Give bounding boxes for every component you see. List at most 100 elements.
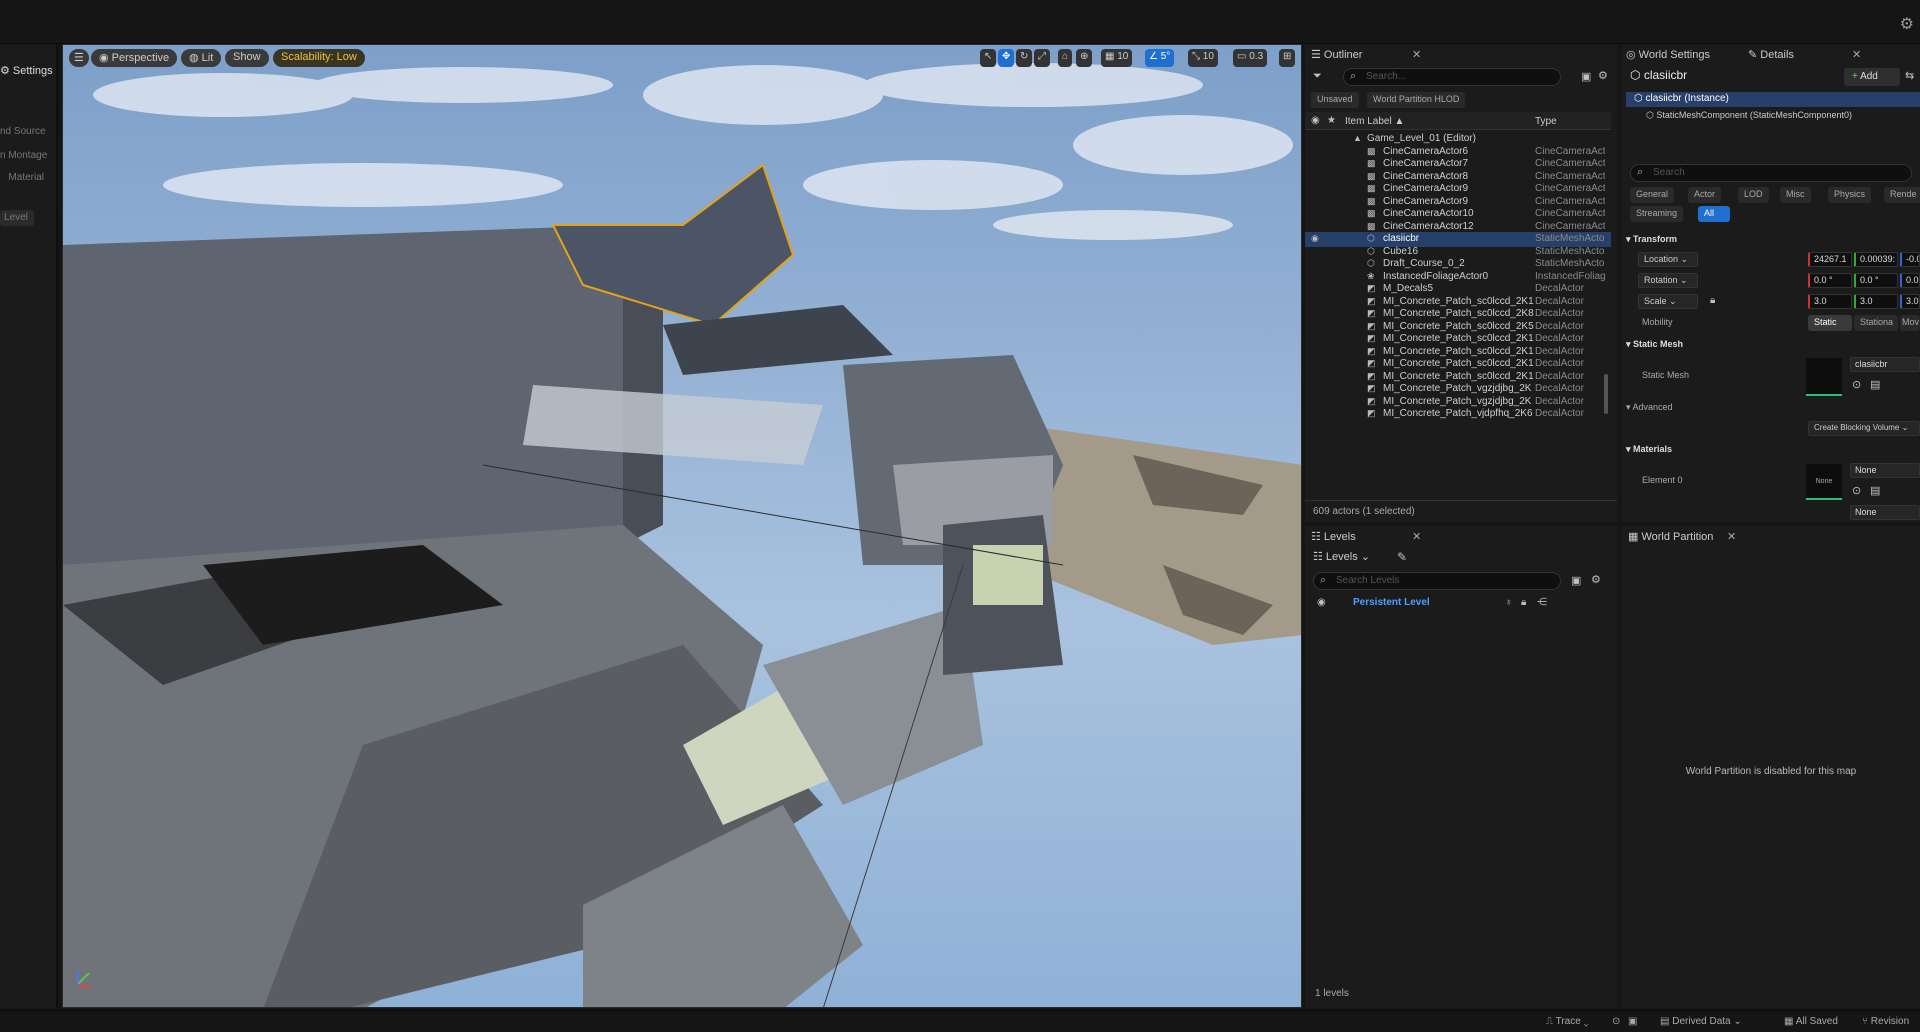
- close-icon[interactable]: ✕: [1852, 48, 1861, 61]
- scalability-button[interactable]: Scalability: Low: [273, 49, 365, 67]
- all-saved-button[interactable]: ▦ All Saved: [1784, 1016, 1838, 1027]
- materials-section[interactable]: ▾ Materials: [1626, 444, 1672, 455]
- tab-world-partition[interactable]: ▦ World Partition: [1628, 526, 1713, 546]
- lock-icon[interactable]: 🔒︎: [1521, 597, 1526, 608]
- level-row[interactable]: ◉ Persistent Level ♁ 🔒︎ ⋲: [1305, 594, 1611, 612]
- rotation-y-field[interactable]: 0.0 °: [1854, 273, 1898, 288]
- grid-snap-button[interactable]: ▦ 10: [1101, 49, 1133, 67]
- hierarchy-icon[interactable]: ⋲: [1537, 597, 1547, 608]
- filter-rendering[interactable]: Rende: [1884, 187, 1920, 203]
- outliner-search-input[interactable]: ⌕ Search...: [1343, 68, 1561, 86]
- show-button[interactable]: Show: [225, 49, 269, 67]
- revision-control-button[interactable]: ⑂ Revision: [1862, 1016, 1909, 1027]
- close-icon[interactable]: ✕: [1412, 530, 1421, 543]
- filter-hlod[interactable]: World Partition HLOD: [1367, 92, 1466, 108]
- location-y-field[interactable]: 0.00039:: [1854, 252, 1898, 267]
- scale-z-field[interactable]: 3.0: [1900, 294, 1920, 309]
- mesh-thumbnail[interactable]: [1806, 358, 1842, 396]
- material-thumbnail[interactable]: None: [1806, 464, 1842, 500]
- gear-icon[interactable]: ⚙: [1591, 573, 1601, 586]
- location-x-field[interactable]: 24267.1: [1808, 252, 1852, 267]
- add-component-button[interactable]: + Add: [1844, 68, 1900, 86]
- eye-icon[interactable]: ◉: [1311, 115, 1320, 126]
- derived-data-button[interactable]: ▤ Derived Data ⌄: [1660, 1016, 1742, 1027]
- transform-section[interactable]: ▾ Transform: [1626, 234, 1677, 245]
- lock-icon[interactable]: 🔒︎: [1710, 295, 1715, 306]
- rotation-snap-button[interactable]: ∠ 5°: [1145, 49, 1175, 67]
- level-button[interactable]: Level: [0, 210, 34, 226]
- mobility-movable[interactable]: Mov: [1900, 315, 1920, 331]
- browse-icon[interactable]: ⊙: [1852, 378, 1861, 391]
- settings-header[interactable]: ⚙ Settings: [0, 64, 58, 82]
- lit-button[interactable]: ◍ Lit: [181, 49, 222, 67]
- close-icon[interactable]: ✕: [1412, 48, 1421, 61]
- filter-misc[interactable]: Misc: [1780, 187, 1811, 203]
- advanced-section[interactable]: ▾ Advanced: [1626, 402, 1673, 413]
- tab-outliner[interactable]: ☰ Outliner: [1311, 44, 1362, 64]
- settings-icon[interactable]: ⚙: [1900, 14, 1914, 34]
- scale-icon[interactable]: ⤢: [1034, 49, 1050, 67]
- scale-x-field[interactable]: 3.0: [1808, 294, 1852, 309]
- mobility-stationary[interactable]: Stationa: [1854, 315, 1898, 331]
- perspective-button[interactable]: ◉ Perspective: [91, 49, 178, 67]
- tab-levels[interactable]: ☷ Levels: [1311, 526, 1356, 546]
- viewport-menu-icon[interactable]: ☰: [69, 49, 89, 67]
- use-selected-icon[interactable]: ▤: [1870, 378, 1880, 391]
- trace-button[interactable]: ⎍ Trace ⌄: [1546, 1016, 1588, 1027]
- eye-icon[interactable]: ◉: [1317, 597, 1326, 608]
- star-icon[interactable]: ★: [1327, 115, 1336, 126]
- rotate-icon[interactable]: ↻: [1016, 49, 1033, 67]
- component-instance-row[interactable]: ⬡ clasiicbr (Instance): [1626, 92, 1920, 107]
- details-search-input[interactable]: ⌕ Search: [1630, 164, 1912, 182]
- pencil-icon[interactable]: ✎: [1397, 550, 1407, 564]
- panel-item[interactable]: n Montage: [0, 150, 58, 166]
- panel-item[interactable]: Material: [0, 172, 58, 188]
- level-viewport[interactable]: ☰ ◉ Perspective ◍ Lit Show Scalability: …: [62, 44, 1302, 1008]
- record-icon[interactable]: ⊙: [1612, 1016, 1620, 1027]
- filter-physics[interactable]: Physics: [1828, 187, 1872, 203]
- scale-y-field[interactable]: 3.0: [1854, 294, 1898, 309]
- eye-icon[interactable]: ◉: [1311, 233, 1319, 244]
- gear-icon[interactable]: ⚙: [1598, 69, 1608, 82]
- translate-icon[interactable]: ✥: [998, 49, 1015, 67]
- material-asset-field[interactable]: None: [1850, 463, 1920, 478]
- tab-details[interactable]: ✎ Details: [1748, 44, 1794, 64]
- filter-unsaved[interactable]: Unsaved: [1311, 92, 1359, 108]
- levels-dropdown[interactable]: ☷ Levels ⌄: [1313, 550, 1370, 563]
- location-z-field[interactable]: -0.00: [1900, 252, 1920, 267]
- rotation-dropdown[interactable]: Rotation ⌄: [1638, 273, 1698, 288]
- outliner-row[interactable]: ◩ MI_Concrete_Patch_vjdpfhq_2K6 DecalActor: [1305, 407, 1611, 422]
- viewport-scene[interactable]: [63, 45, 1302, 1008]
- panel-item[interactable]: nd Source: [0, 126, 58, 142]
- filter-actor[interactable]: Actor: [1688, 187, 1722, 203]
- folder-icon[interactable]: ▣: [1571, 574, 1581, 587]
- filter-streaming[interactable]: Streaming: [1630, 206, 1684, 222]
- levels-search-input[interactable]: ⌕ Search Levels: [1313, 572, 1561, 590]
- screenshot-icon[interactable]: ▣: [1628, 1016, 1637, 1027]
- scale-dropdown[interactable]: Scale ⌄: [1638, 294, 1698, 309]
- rotation-x-field[interactable]: 0.0 °: [1808, 273, 1852, 288]
- tab-world-settings[interactable]: ◎ World Settings: [1626, 44, 1710, 64]
- filter-lod[interactable]: LOD: [1738, 187, 1769, 203]
- location-dropdown[interactable]: Location ⌄: [1638, 252, 1698, 267]
- col-item-label[interactable]: Item Label ▲: [1345, 116, 1404, 127]
- mobility-static[interactable]: Static: [1808, 315, 1852, 331]
- outliner-scrollbar[interactable]: [1604, 374, 1608, 414]
- surface-snap-icon[interactable]: ⊕: [1076, 49, 1093, 67]
- maximize-icon[interactable]: ⊞: [1279, 49, 1296, 67]
- use-selected-icon[interactable]: ▤: [1870, 484, 1880, 497]
- local-world-icon[interactable]: ⌂: [1058, 49, 1073, 67]
- static-mesh-asset-field[interactable]: clasiicbr: [1850, 357, 1920, 372]
- lightbulb-icon[interactable]: ♁: [1505, 597, 1513, 608]
- blueprint-icon[interactable]: ⇆: [1905, 69, 1914, 82]
- select-icon[interactable]: ↖: [980, 49, 997, 67]
- filter-all[interactable]: All: [1698, 206, 1730, 222]
- rotation-z-field[interactable]: 0.0 °: [1900, 273, 1920, 288]
- filter-general[interactable]: General: [1630, 187, 1675, 203]
- camera-speed-button[interactable]: ▭ 0.3: [1233, 49, 1268, 67]
- material-asset-field-2[interactable]: None: [1850, 505, 1920, 520]
- filter-icon[interactable]: ⏷: [1313, 70, 1322, 83]
- static-mesh-section[interactable]: ▾ Static Mesh: [1626, 339, 1683, 350]
- browse-icon[interactable]: ⊙: [1852, 484, 1861, 497]
- scale-snap-button[interactable]: ⤡ 10: [1188, 49, 1218, 67]
